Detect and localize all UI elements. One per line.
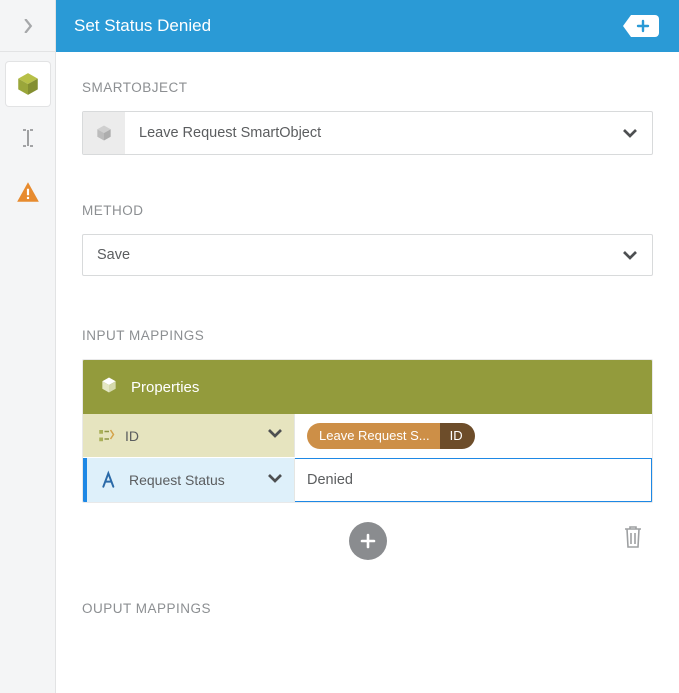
- reference-pill-field: ID: [440, 423, 475, 449]
- chevron-down-icon: [608, 235, 652, 275]
- mapping-value-cell[interactable]: Leave Request S... ID: [295, 414, 652, 457]
- add-step-button[interactable]: [617, 9, 665, 43]
- chevron-down-icon: [266, 424, 284, 447]
- method-selector[interactable]: Save: [82, 234, 653, 276]
- tool-smartobject[interactable]: [6, 62, 50, 106]
- smartobject-selector[interactable]: Leave Request SmartObject: [82, 111, 653, 155]
- add-mapping-button[interactable]: [349, 522, 387, 560]
- collapse-panel-button[interactable]: [0, 0, 55, 52]
- mapping-row-status: Request Status: [83, 458, 652, 502]
- output-mappings-label: OUPUT MAPPINGS: [82, 601, 653, 616]
- tool-warnings[interactable]: [6, 170, 50, 214]
- reference-pill[interactable]: Leave Request S... ID: [307, 423, 475, 449]
- mappings-header: Properties: [83, 360, 652, 414]
- reference-pill-source: Leave Request S...: [307, 423, 440, 449]
- mapping-field-name: Request Status: [129, 472, 266, 488]
- input-mappings-label: INPUT MAPPINGS: [82, 328, 653, 343]
- tag-plus-icon: [621, 13, 661, 39]
- panel-title: Set Status Denied: [74, 16, 617, 36]
- trash-icon: [621, 523, 645, 551]
- left-toolstrip: [0, 0, 56, 693]
- method-value: Save: [83, 235, 608, 275]
- smartobject-label: SMARTOBJECT: [82, 80, 653, 95]
- text-cursor-icon: [16, 126, 40, 150]
- mapping-value-cell: [295, 458, 652, 502]
- mapping-value-input[interactable]: [307, 459, 639, 501]
- mappings-header-title: Properties: [131, 379, 199, 396]
- panel-header: Set Status Denied: [56, 0, 679, 52]
- delete-mapping-button[interactable]: [621, 523, 645, 556]
- chevron-down-icon: [266, 469, 284, 492]
- cube-icon: [99, 375, 119, 400]
- cube-icon: [15, 71, 41, 97]
- cube-icon: [83, 112, 125, 154]
- key-icon: [95, 425, 117, 447]
- tool-fields[interactable]: [6, 116, 50, 160]
- mapping-field-name: ID: [125, 428, 266, 444]
- mapping-field-selector[interactable]: Request Status: [87, 458, 295, 502]
- method-label: METHOD: [82, 203, 653, 218]
- plus-icon: [358, 531, 378, 551]
- mapping-row-id: ID Leave Request S... ID: [83, 414, 652, 458]
- smartobject-value: Leave Request SmartObject: [125, 112, 608, 154]
- input-mappings-panel: Properties ID Leav: [82, 359, 653, 503]
- mapping-field-selector[interactable]: ID: [83, 414, 295, 457]
- chevron-down-icon: [608, 112, 652, 154]
- text-type-icon: [99, 469, 121, 491]
- warning-icon: [15, 179, 41, 205]
